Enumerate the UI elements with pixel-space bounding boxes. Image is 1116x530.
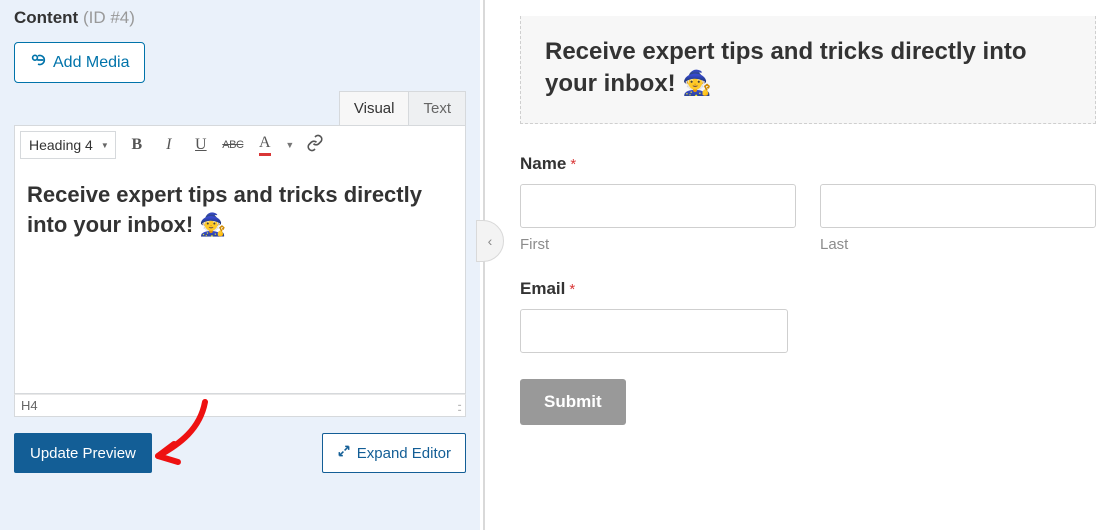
editor-content-area[interactable]: Receive expert tips and tricks directly … [14, 164, 466, 394]
tab-visual[interactable]: Visual [339, 91, 410, 125]
bold-button[interactable]: B [122, 130, 152, 160]
editor-text: Receive expert tips and tricks directly … [27, 180, 453, 239]
preview-panel: Receive expert tips and tricks directly … [500, 0, 1116, 530]
panel-id-label: (ID #4) [83, 8, 135, 27]
preview-heading-block: Receive expert tips and tricks directly … [520, 16, 1096, 124]
panel-title: Content [14, 8, 78, 27]
expand-icon [337, 444, 351, 462]
text-color-button[interactable]: A [250, 130, 280, 160]
editor-tabs: Visual Text [14, 91, 466, 125]
panel-divider: ‹ [480, 0, 500, 530]
chevron-left-icon: ‹ [488, 233, 493, 249]
preview-heading-text: Receive expert tips and tricks directly … [545, 36, 1071, 101]
add-media-label: Add Media [53, 54, 130, 72]
strikethrough-button[interactable]: ABC [218, 130, 248, 160]
link-button[interactable] [300, 130, 330, 160]
email-input[interactable] [520, 309, 788, 353]
expand-editor-button[interactable]: Expand Editor [322, 433, 466, 473]
first-name-input[interactable] [520, 184, 796, 228]
submit-button[interactable]: Submit [520, 379, 626, 425]
status-path: H4 [21, 398, 38, 413]
expand-editor-label: Expand Editor [357, 445, 451, 462]
media-icon [29, 51, 47, 74]
name-field: Name* First Last [520, 154, 1096, 253]
link-icon [306, 134, 324, 157]
update-preview-button[interactable]: Update Preview [14, 433, 152, 473]
email-field: Email* [520, 279, 1096, 353]
last-name-input[interactable] [820, 184, 1096, 228]
add-media-button[interactable]: Add Media [14, 42, 145, 83]
tab-text[interactable]: Text [409, 91, 466, 125]
email-label: Email [520, 279, 565, 299]
collapse-handle[interactable]: ‹ [476, 220, 504, 262]
panel-header: Content (ID #4) [14, 8, 466, 28]
editor-status-bar: H4 ...... [14, 394, 466, 417]
italic-button[interactable]: I [154, 130, 184, 160]
editor-panel: Content (ID #4) Add Media Visual Text He… [0, 0, 480, 530]
editor-toolbar: Heading 4 B I U ABC A ▼ [14, 125, 466, 164]
first-name-sublabel: First [520, 236, 796, 253]
panel-footer: Update Preview Expand Editor [14, 433, 466, 473]
underline-button[interactable]: U [186, 130, 216, 160]
name-label: Name [520, 154, 566, 174]
last-name-sublabel: Last [820, 236, 1096, 253]
paragraph-selector[interactable]: Heading 4 [20, 131, 116, 159]
required-mark: * [569, 281, 575, 298]
required-mark: * [570, 156, 576, 173]
text-color-dropdown[interactable]: ▼ [282, 130, 298, 160]
